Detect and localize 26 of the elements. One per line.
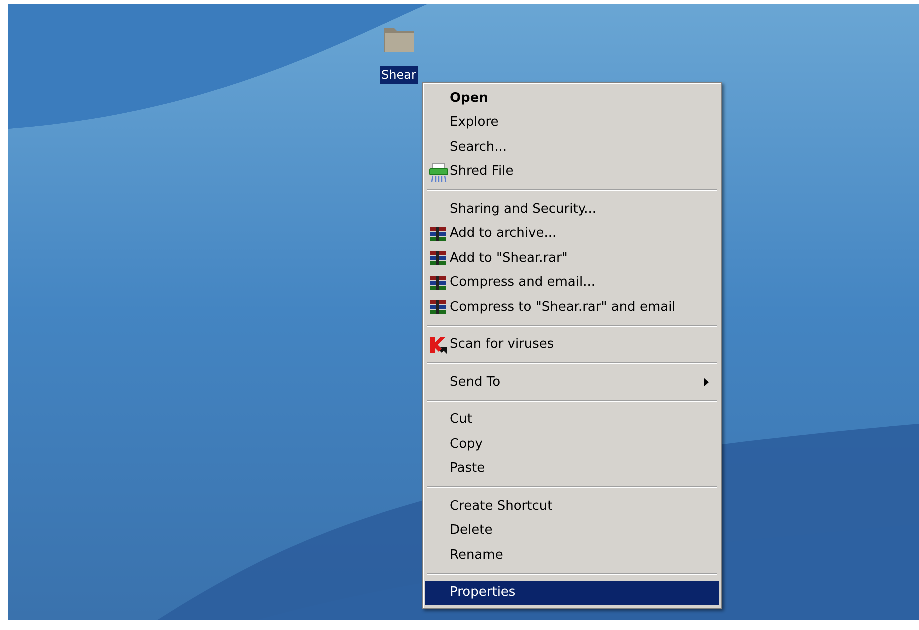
books-icon <box>429 274 447 292</box>
menu-item[interactable]: Search... <box>425 135 719 160</box>
menu-item[interactable]: Shred File <box>425 160 719 184</box>
menu-item[interactable]: Open <box>425 86 719 110</box>
books-icon <box>429 249 447 267</box>
books-icon <box>429 224 447 242</box>
menu-item[interactable]: Compress and email... <box>425 270 719 295</box>
shredder-icon <box>429 162 449 182</box>
file-name-label[interactable]: Shear <box>380 66 418 84</box>
menu-item[interactable]: Delete <box>425 518 719 543</box>
menu-item[interactable]: Copy <box>425 432 719 456</box>
menu-item[interactable]: Properties <box>425 580 719 605</box>
menu-item[interactable]: Sharing and Security... <box>425 197 719 222</box>
menu-item[interactable]: Create Shortcut <box>425 494 719 518</box>
menu-item[interactable]: Scan for viruses <box>425 332 719 357</box>
menu-item[interactable]: Send To <box>425 370 719 394</box>
menu-item[interactable]: Compress to "Shear.rar" and email <box>425 295 719 320</box>
menu-item[interactable]: Paste <box>425 456 719 481</box>
menu-item[interactable]: Explore <box>425 110 719 135</box>
menu-item[interactable]: Rename <box>425 543 719 568</box>
menu-item[interactable]: Add to archive... <box>425 222 719 246</box>
submenu-arrow-icon <box>704 378 709 387</box>
menu-item[interactable]: Cut <box>425 408 719 432</box>
books-icon <box>429 298 447 316</box>
menu-item[interactable]: Add to "Shear.rar" <box>425 246 719 270</box>
k-shield-icon <box>429 336 449 354</box>
